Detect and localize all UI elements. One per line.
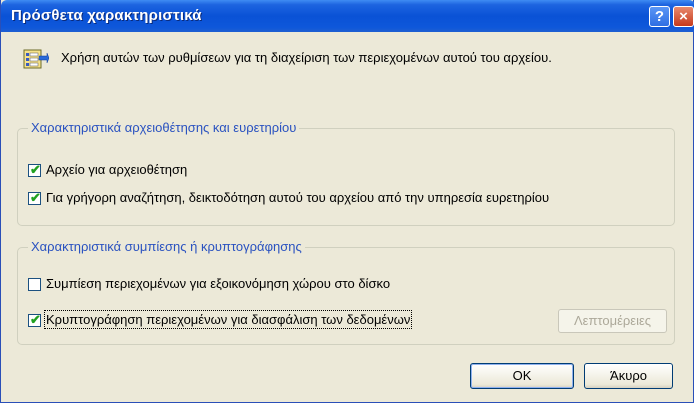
properties-dialog: Πρόσθετα χαρακτηριστικά ? × Χρήση αυτών … xyxy=(0,0,694,403)
archive-checkbox[interactable]: ✔ xyxy=(28,162,41,177)
compress-group-legend: Χαρακτηριστικά συμπίεσης ή κρυπτογράφηση… xyxy=(28,239,305,254)
ok-button[interactable]: OK xyxy=(470,363,574,389)
compress-checkbox[interactable] xyxy=(28,278,41,291)
window-title: Πρόσθετα χαρακτηριστικά xyxy=(11,7,202,24)
close-button[interactable]: × xyxy=(673,6,694,27)
help-button[interactable]: ? xyxy=(649,6,670,27)
archive-group xyxy=(17,128,675,226)
check-icon: ✔ xyxy=(30,312,41,327)
cancel-button[interactable]: Άκυρο xyxy=(584,363,673,389)
details-button[interactable]: Λεπτομέρειες xyxy=(558,309,667,333)
compress-checkbox-label[interactable]: Συμπίεση περιεχομένων για εξοικονόμηση χ… xyxy=(46,276,390,291)
check-icon: ✔ xyxy=(30,162,41,177)
encrypt-checkbox[interactable]: ✔ xyxy=(28,312,41,327)
encrypt-checkbox-label[interactable]: Κρυπτογράφηση περιεχομένων για διασφάλισ… xyxy=(43,310,413,329)
header-description: Χρήση αυτών των ρυθμίσεων για τη διαχείρ… xyxy=(61,50,552,65)
close-icon: × xyxy=(679,8,688,25)
properties-icon xyxy=(23,49,49,69)
index-checkbox[interactable]: ✔ xyxy=(28,190,41,205)
title-bar[interactable]: Πρόσθετα χαρακτηριστικά ? × xyxy=(1,0,694,32)
help-icon: ? xyxy=(654,8,665,25)
index-checkbox-label[interactable]: Για γρήγορη αναζήτηση, δεικτοδότηση αυτο… xyxy=(46,190,549,205)
archive-group-legend: Χαρακτηριστικά αρχειοθέτησης και ευρετηρ… xyxy=(28,120,300,135)
archive-checkbox-label[interactable]: Αρχείο για αρχειοθέτηση xyxy=(46,162,187,177)
check-icon: ✔ xyxy=(30,190,41,205)
